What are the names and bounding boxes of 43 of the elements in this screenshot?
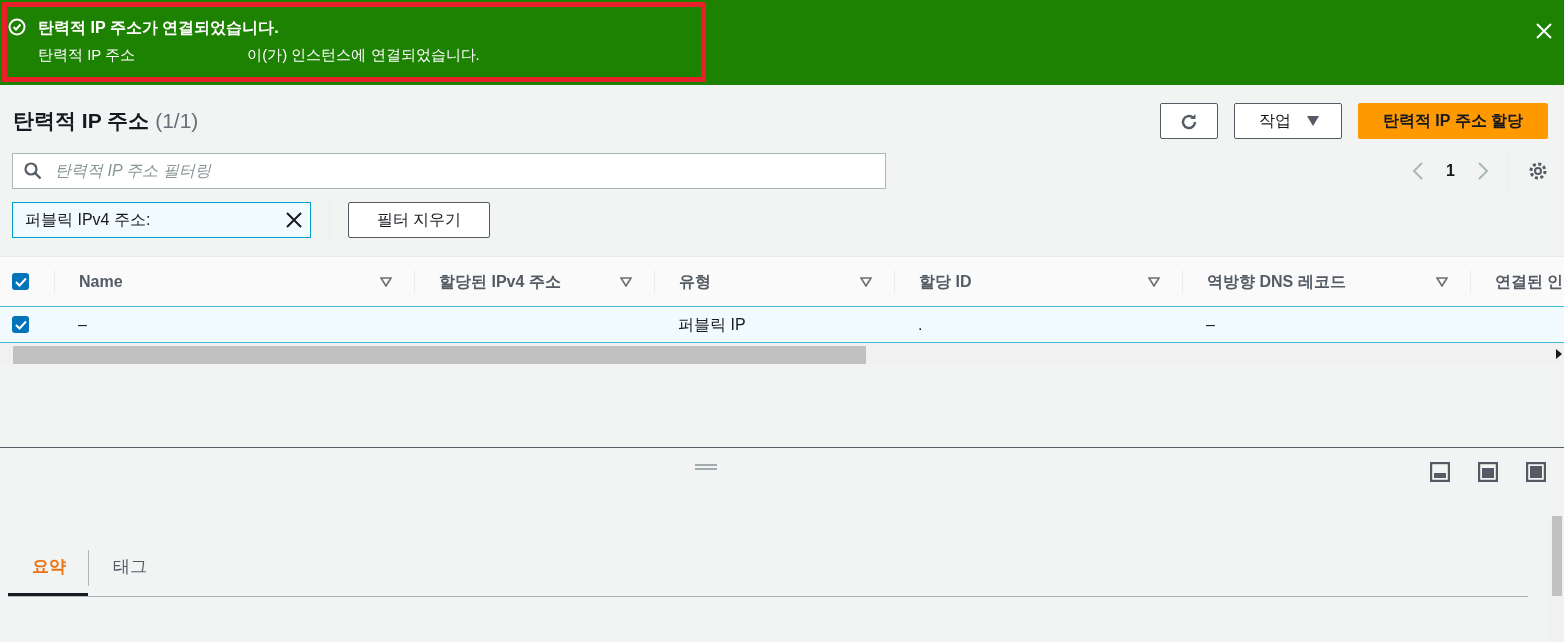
scrollbar-thumb[interactable] (13, 346, 866, 364)
banner-title: 탄력적 IP 주소가 연결되었습니다. (38, 18, 280, 38)
scrollbar-thumb[interactable] (1552, 516, 1562, 596)
column-header: 할당된 IPv4 주소 (439, 271, 561, 292)
table-cell-text: 퍼블릭 IP (678, 314, 746, 335)
column-header: 유형 (679, 271, 711, 292)
panel-bottom-icon[interactable] (1430, 462, 1450, 482)
search-field[interactable]: 탄력적 IP 주소 필터링 (12, 153, 886, 189)
table-cell-text: . (918, 314, 923, 335)
column-header: 할당 ID (919, 271, 972, 292)
actions-button[interactable]: 작업 (1233, 103, 1342, 139)
panel-full-icon[interactable] (1526, 462, 1546, 482)
table-cell-text: – (78, 314, 87, 335)
check-circle-icon (8, 18, 26, 36)
caret-icon (1306, 116, 1319, 126)
sort-icon[interactable] (620, 276, 632, 287)
checkbox[interactable] (12, 316, 29, 333)
settings-icon[interactable] (1528, 161, 1548, 181)
column-header: 역방향 DNS 레코드 (1207, 271, 1346, 292)
sort-icon[interactable] (1148, 276, 1160, 287)
allocate-button[interactable]: 탄력적 IP 주소 할당 (1357, 103, 1548, 139)
filter-label: 퍼블릭 IPv4 주소: (25, 210, 151, 230)
item-count: (1/1) (155, 108, 199, 135)
checkbox[interactable] (12, 273, 29, 290)
banner-message: 탄력적 IP 주소 (38, 45, 136, 65)
drag-handle-icon[interactable] (695, 464, 717, 470)
sort-icon[interactable] (1436, 276, 1448, 287)
clear-filters-button[interactable]: 필터 지우기 (348, 202, 491, 238)
column-header: Name (79, 271, 123, 292)
column-header: 연결된 인 (1495, 271, 1564, 292)
page-title: 탄력적 IP 주소 (13, 108, 150, 135)
table-cell-text: – (1206, 314, 1215, 335)
scroll-right-icon[interactable] (1556, 349, 1562, 359)
refresh-button[interactable] (1159, 103, 1218, 139)
horizontal-scrollbar[interactable] (0, 343, 1564, 365)
page-number[interactable]: 1 (1446, 159, 1455, 183)
panel-split-icon[interactable] (1478, 462, 1498, 482)
banner-message: 이(가) 인스턴스에 연결되었습니다. (247, 45, 480, 65)
sort-icon[interactable] (860, 276, 872, 287)
sort-icon[interactable] (380, 276, 392, 287)
detail-tab[interactable]: 태그 (89, 540, 169, 596)
search-icon (24, 162, 42, 180)
remove-filter-button[interactable] (286, 212, 302, 228)
